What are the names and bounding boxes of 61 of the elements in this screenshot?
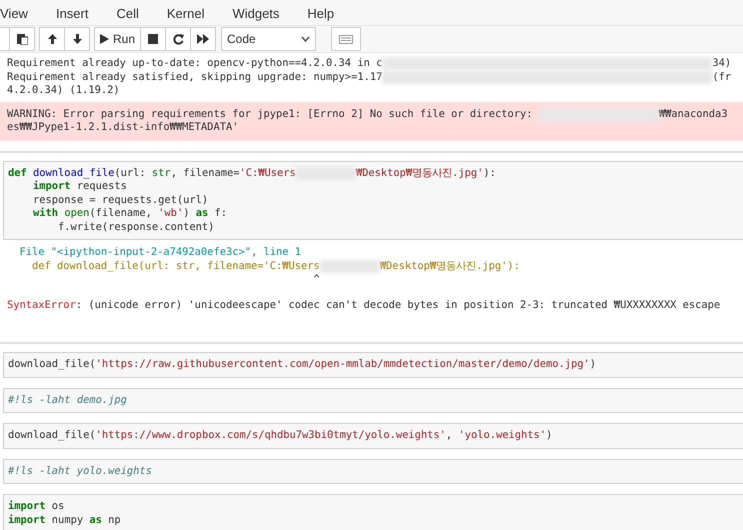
code-line: with open(filename, 'wb') as f:: [32, 207, 228, 220]
arrow-up-icon: [46, 33, 58, 45]
code-line: import os: [8, 500, 66, 514]
clipboard-icon: [16, 33, 28, 45]
code-line: f.write(response.content): [57, 220, 216, 234]
paste-button[interactable]: [9, 27, 35, 51]
arrow-down-icon: [72, 33, 82, 45]
code-line: 'C:₩Users: [240, 166, 296, 180]
code-cell[interactable]: download_file('https://raw.githubusercontent.com/open-mmlab/mmdetection/master/demo/demo.jpg'): [3, 352, 743, 378]
code-line: import numpy as np: [8, 514, 122, 527]
menu-item[interactable]: View: [0, 0, 40, 25]
move-up-button[interactable]: [39, 27, 65, 51]
code-line: , filename=: [170, 166, 240, 180]
menu-item[interactable]: Insert: [56, 0, 100, 25]
code-line: download_file('https://www.dropbox.com/s/qhdbu7w3bi0tmyt/yolo.weights', 'yolo.weights'): [8, 429, 554, 442]
move-down-button[interactable]: [64, 27, 90, 51]
code-line: ):: [483, 166, 496, 180]
output-text: Requirement already satisfied, skipping upgrade: numpy>=1.17: [7, 70, 382, 84]
code-line: (url:: [114, 166, 147, 180]
error-output-text: ^: [312, 273, 321, 286]
cell-type-dropdown[interactable]: Code: [221, 27, 316, 51]
code-line: response = requests.get(url): [32, 194, 210, 207]
code-cell[interactable]: download_file('https://www.dropbox.com/s/qhdbu7w3bi0tmyt/yolo.weights', 'yolo.weights'): [3, 423, 743, 448]
menu-item[interactable]: Kernel: [166, 0, 216, 25]
code-line: #!ls -laht demo.jpg: [8, 394, 128, 407]
error-output-text: ₩Desktop₩명동사진.jpg'):: [380, 260, 520, 273]
warning-text: WARNING: Error parsing requirements for jpype1: [Errno 2] No such file or directory:: [7, 108, 534, 121]
fast-forward-button[interactable]: [190, 27, 216, 51]
menu-item[interactable]: Cell: [116, 0, 151, 25]
menu-item[interactable]: Widgets: [232, 0, 292, 25]
warning-text: ₩₩anaconda3: [658, 108, 728, 121]
code-line: download_file: [33, 166, 114, 180]
code-line: import requests: [32, 180, 128, 194]
output-text: 34): [712, 57, 732, 70]
output-text: 4.2.0.34) (1.19.2): [7, 84, 121, 98]
stop-icon: [148, 34, 158, 44]
code-cell[interactable]: #!ls -laht demo.jpg: [3, 388, 743, 413]
menu-item[interactable]: Help: [307, 0, 346, 25]
code-line: #!ls -laht yolo.weights: [8, 464, 153, 478]
keyboard-button[interactable]: [331, 27, 362, 51]
restart-icon: [172, 34, 184, 44]
keyboard-icon: [339, 34, 354, 44]
code-cell[interactable]: import os import numpy as np: [3, 494, 743, 530]
code-line: def: [8, 166, 28, 180]
chevron-down-icon: [301, 36, 310, 42]
code-line: str: [152, 166, 171, 180]
code-line: download_file('https://raw.githubusercontent.com/open-mmlab/mmdetection/master/demo/demo.jpg'): [8, 358, 598, 372]
restart-button[interactable]: [165, 27, 192, 51]
code-line: ₩Desktop₩명동사진.jpg': [356, 166, 484, 180]
error-output-text: File "<ipython-input-2-a7492a0efe3c>", line 1: [18, 246, 302, 260]
play-icon: [100, 34, 109, 44]
output-text: (fr: [712, 70, 732, 84]
error-output-text: SyntaxError: (unicode error) 'unicodeescape' codec can't decode bytes in position 2-3: truncated ₩UXXXXXXXX escape: [7, 298, 722, 312]
output-text: Requirement already up-to-date: opencv-python==4.2.0.34 in c: [7, 57, 382, 70]
run-button[interactable]: Run: [94, 27, 142, 51]
stop-button[interactable]: [140, 27, 166, 51]
warning-text: es₩₩JPype1-1.2.1.dist-info₩₩METADATA': [7, 121, 240, 134]
code-cell[interactable]: def download_file(url: str, filename='C:₩Users ₩Desktop₩명동사진.jpg'): import requests response = requests.get(url) with open(filename, 'wb') as f: f.write(response.content): [3, 160, 743, 240]
code-cell[interactable]: #!ls -laht yolo.weights: [3, 458, 743, 484]
error-output-text: def download_file(url: str, filename='C:₩Users: [31, 260, 320, 273]
fast-forward-icon: [197, 34, 210, 44]
